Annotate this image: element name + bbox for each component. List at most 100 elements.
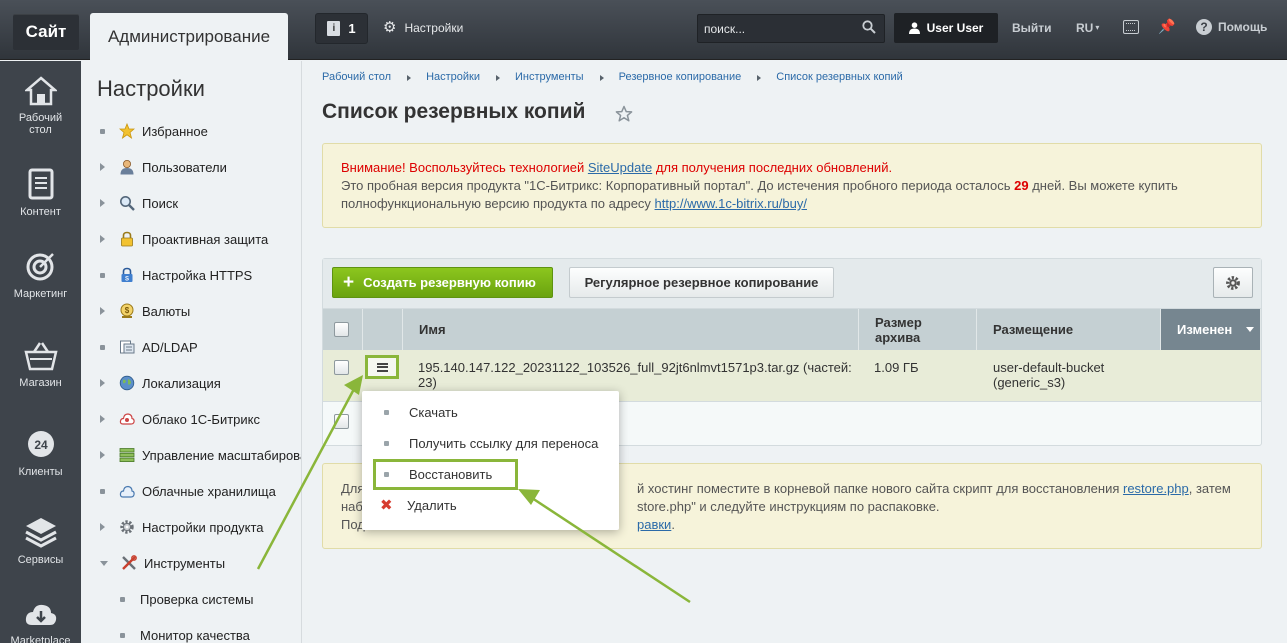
row-checkbox[interactable] (334, 360, 349, 375)
sidebar-item-scaling[interactable]: Управление масштабирова (81, 444, 302, 466)
notifications-button[interactable]: i 1 (315, 13, 368, 44)
col-size-label-2: архива (875, 329, 921, 345)
basket-icon (23, 342, 58, 371)
sidebar-item-favorites[interactable]: Избранное (81, 120, 301, 142)
sidebar-item-search[interactable]: Поиск (81, 192, 301, 214)
user-button[interactable]: User User (894, 13, 998, 43)
sidebar-item-label: Облако 1С-Битрикс (142, 411, 260, 427)
cloud-download-icon (25, 604, 56, 625)
sidebar-item-product-settings[interactable]: Настройки продукта (81, 516, 301, 538)
admin-tab[interactable]: Администрирование (90, 13, 288, 60)
rail-item-marketplace[interactable]: Marketplace (0, 601, 81, 643)
col-name[interactable]: Имя (403, 309, 859, 350)
sidebar-item-label: Валюты (142, 303, 191, 319)
trial-days: 29 (1014, 178, 1029, 193)
plus-icon: + (343, 272, 355, 293)
settings-link[interactable]: ⚙ Настройки (383, 20, 463, 35)
sort-desc-icon (1246, 327, 1255, 332)
rail-label: Контент (20, 206, 61, 218)
rail-item-marketing[interactable]: Маркетинг (0, 250, 81, 300)
keyboard-icon[interactable] (1123, 20, 1139, 34)
menu-item-delete[interactable]: ✖ Удалить (362, 491, 619, 519)
clients-24-icon: 24 (27, 431, 54, 457)
select-all-checkbox[interactable] (334, 322, 349, 337)
globe-icon (119, 375, 135, 391)
servers-icon (119, 447, 135, 463)
search-input[interactable] (698, 15, 853, 42)
col-modified[interactable]: Изменен (1161, 309, 1261, 350)
menu-item-get-link[interactable]: Получить ссылку для переноса (362, 429, 619, 457)
col-size[interactable]: Размер архива (859, 309, 977, 350)
help-link[interactable]: равки (637, 517, 671, 532)
sidebar-item-bitrix-cloud[interactable]: Облако 1С-Битрикс (81, 408, 301, 430)
rail-item-content[interactable]: Контент (0, 168, 81, 218)
breadcrumb-item[interactable]: Рабочий стол (322, 71, 391, 83)
rail-label: Рабочий (18, 112, 63, 124)
col-location[interactable]: Размещение (977, 309, 1161, 350)
rail-item-services[interactable]: Сервисы (0, 516, 81, 566)
menu-item-label: Восстановить (409, 466, 493, 482)
rail-item-desktop[interactable]: Рабочий стол (0, 76, 81, 136)
sidebar-item-label: Управление масштабирова (142, 447, 302, 463)
menu-item-restore[interactable]: Восстановить (362, 460, 619, 488)
logout-link[interactable]: Выйти (1012, 21, 1052, 35)
sidebar-item-ldap[interactable]: AD/LDAP (81, 336, 301, 358)
user-name: User User (926, 21, 984, 35)
top-bar: Сайт Администрирование i 1 ⚙ Настройки U… (0, 0, 1287, 60)
backup-location-line1: user-default-bucket (993, 360, 1105, 375)
row-actions-button[interactable] (365, 355, 399, 379)
sidebar-item-label: AD/LDAP (142, 339, 198, 355)
footer-checkbox[interactable] (334, 414, 349, 429)
sidebar-item-label: Настройки продукта (142, 519, 264, 535)
menu-item-label: Скачать (409, 404, 458, 420)
breadcrumb-item[interactable]: Резервное копирование (619, 71, 742, 83)
create-backup-button[interactable]: + Создать резервную копию (332, 267, 553, 298)
help-line-1-end: , затем (1188, 481, 1231, 496)
breadcrumb-item[interactable]: Список резервных копий (776, 71, 902, 83)
sidebar-item-users[interactable]: Пользователи (81, 156, 301, 178)
grid-settings-button[interactable] (1213, 267, 1253, 298)
language-label: RU (1076, 21, 1094, 35)
sidebar-item-localization[interactable]: Локализация (81, 372, 301, 394)
sidebar-item-system-check[interactable]: Проверка системы (81, 588, 301, 610)
sidebar-item-currencies[interactable]: $ Валюты (81, 300, 301, 322)
rail-item-shop[interactable]: Магазин (0, 341, 81, 389)
favorite-star-icon[interactable] (615, 105, 633, 123)
sidebar-item-label: Монитор качества (140, 627, 250, 643)
sidebar-item-proactive[interactable]: Проактивная защита (81, 228, 301, 250)
pin-icon[interactable]: 📌 (1158, 18, 1175, 35)
bitrix-cloud-icon (119, 411, 135, 427)
sidebar-item-cloud-storage[interactable]: Облачные хранилища (81, 480, 301, 502)
chevron-down-icon: ▾ (1095, 23, 1100, 32)
help-link[interactable]: ? Помощь (1196, 19, 1267, 35)
breadcrumb-item[interactable]: Настройки (426, 71, 480, 83)
sidebar-item-label: Пользователи (142, 159, 227, 175)
tools-icon (121, 555, 137, 571)
lock-icon (119, 231, 135, 247)
help-line-2b: store.php" и следуйте инструкциям по рас… (637, 498, 940, 516)
notifications-count: 1 (348, 21, 356, 36)
rail-label: Маркетинг (13, 288, 68, 300)
select-all-cell (323, 309, 363, 350)
sidebar-item-quality-monitor[interactable]: Монитор качества (81, 624, 301, 643)
restore-php-link[interactable]: restore.php (1123, 481, 1189, 496)
rail-label: Marketplace (10, 635, 71, 643)
breadcrumb-item[interactable]: Инструменты (515, 71, 584, 83)
rail-label: Сервисы (17, 554, 64, 566)
sidebar-item-https[interactable]: S Настройка HTTPS (81, 264, 301, 286)
site-button[interactable]: Сайт (13, 14, 79, 50)
rail-item-clients[interactable]: 24 Клиенты (0, 428, 81, 478)
search-icon (119, 195, 135, 211)
regular-backup-button[interactable]: Регулярное резервное копирование (569, 267, 834, 298)
sidebar-item-tools[interactable]: Инструменты (81, 552, 301, 574)
create-backup-label: Создать резервную копию (363, 275, 536, 290)
rail-label: Магазин (19, 377, 62, 389)
rail-label-2: стол (29, 124, 52, 136)
menu-item-download[interactable]: Скачать (362, 398, 619, 426)
language-select[interactable]: RU ▾ (1076, 21, 1099, 35)
target-icon (26, 253, 54, 281)
siteupdate-link[interactable]: SiteUpdate (588, 160, 652, 175)
buy-link[interactable]: http://www.1c-bitrix.ru/buy/ (655, 196, 807, 211)
search-icon[interactable] (862, 20, 876, 34)
alert-trial-suffix: дней. Вы можете купить (1028, 178, 1178, 193)
